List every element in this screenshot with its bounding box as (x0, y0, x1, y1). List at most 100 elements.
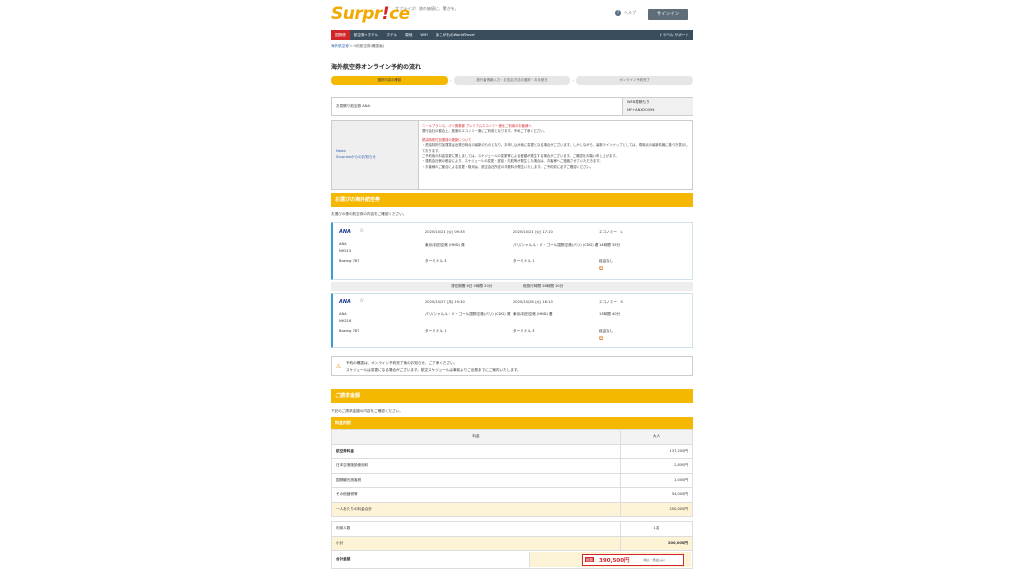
nav-item-local[interactable]: 現地 (401, 30, 416, 40)
fare-row-label: 航空券料金 (331, 443, 621, 459)
inbound-airline: ANA (339, 312, 347, 316)
plan-label: WEB見積もり (627, 100, 650, 104)
flights-note: お選びの便の航空券の内容をご確認ください。 (331, 212, 407, 216)
progress-steps: 選択内容の確認 › 旅行者情報入力・お支払方法の選択・お手続き › オンライン予… (331, 76, 693, 85)
fare-row-value: 137,200円 (620, 443, 693, 459)
step-traveler-info: 旅行者情報入力・お支払方法の選択・お手続き (453, 76, 571, 85)
ana-logo: ANA (339, 299, 351, 305)
outbound-dep-terminal: ターミナル 3 (425, 259, 447, 263)
outbound-dep-airport: 東京/羽田空港 (HND) 発 (425, 243, 465, 247)
inbound-cabin: エコノミー S (599, 300, 623, 304)
tagline: サプライズ！旅の価値に、驚きを。 (395, 6, 459, 11)
outbound-arr-airport: パリ/シャルル・ド・ゴール国際空港(パリ) (CDG) 着 (513, 243, 599, 247)
fare-note: 下記のご請求金額の内容をご確認ください。 (331, 409, 403, 413)
warning-line-2: スケジュールは変更になる場合がございます。航空スケジュールは事前よりご出発までに… (346, 368, 521, 372)
outbound-flight-no: NH215 (339, 249, 352, 253)
stay-label: 滞在期間 6日 0時間 20分 (451, 284, 493, 288)
warning-line-1: 予約の確認は、オンライン予約完了後のお知らせ、ご了承ください。 (346, 361, 458, 365)
stay-bar: 滞在期間 6日 0時間 20分 総旅行時間 28時間 10分 (331, 282, 693, 291)
outbound-cabin: エコノミー L (599, 230, 623, 234)
outbound-duration: 14時間 35分 (599, 243, 621, 247)
outbound-arr-terminal: ターミナル 1 (513, 259, 535, 263)
inbound-flight-no: NH216 (339, 319, 352, 323)
fare-col-item: 料金 (331, 429, 621, 445)
inbound-flight-card: ANA ☆ 2025/10/27 (月) 19:30 2025/10/28 (火… (331, 293, 693, 348)
news-sublabel: Surpriseからのお知らせ (336, 155, 376, 159)
page-title: 海外航空券オンライン予約の流れ (331, 64, 422, 71)
fare-row-value: 200,000円 (620, 501, 693, 517)
table-row: 小計 200,000円 (331, 535, 693, 551)
baggage-icon: ⛾ (599, 266, 604, 272)
page: Surpr!ce サプライズ！旅の価値に、驚きを。 ? ヘルプ サインイン 国際… (331, 0, 693, 576)
fare-row-value: 54,000円 (620, 487, 693, 503)
inbound-aircraft: Boeing 787 (339, 329, 360, 333)
nav-item-worldtravel[interactable]: あこがれのWorldTravel (432, 30, 479, 40)
total-row: 合計金額 総額 390,500円 (税込・燃油込み) (331, 550, 693, 569)
news-line-2: ・燃油特別付加運賃は出発日時点の最新のものとなり、お申し込み後に変更となる場合が… (422, 143, 689, 153)
outbound-dep-datetime: 2025/10/21 (火) 09:35 (425, 230, 465, 234)
plan-cell: WEB見積もり MF+ANXO0394 (622, 98, 693, 115)
nav-item-air-hotel[interactable]: 航空券+ホテル (350, 30, 383, 40)
signin-button[interactable]: サインイン (648, 9, 688, 20)
subtotal-value: 200,000円 (620, 535, 693, 551)
step-separator-icon: › (449, 78, 452, 83)
news-label-cell: News Surpriseからのお知らせ (332, 121, 419, 189)
step-complete: オンライン予約完了 (576, 76, 693, 85)
subtotal-label: 小計 (331, 535, 621, 551)
news-line-1: 運行会社の都合上、座席のエコノミー席にご利用となります。予めご了承ください。 (422, 129, 547, 134)
fare-row-value: 2,850円 (620, 458, 693, 474)
ana-logo: ANA (339, 229, 351, 235)
breadcrumb: 海外航空券＞ペ約航空券(確認画) (331, 44, 384, 49)
total-badge: 総額 (585, 557, 594, 562)
total-price-box: 総額 390,500円 (税込・燃油込み) (582, 554, 684, 566)
header: Surpr!ce サプライズ！旅の価値に、驚きを。 ? ヘルプ サインイン (331, 0, 693, 30)
total-travel-label: 総旅行時間 28時間 10分 (523, 284, 564, 288)
inbound-arr-datetime: 2025/10/28 (火) 16:10 (513, 300, 553, 304)
total-cell: 総額 390,500円 (税込・燃油込み) (529, 552, 691, 567)
fare-row-label: 国際観光旅客税 (331, 472, 621, 488)
table-row: その他諸税等 54,000円 (331, 487, 693, 503)
table-row: 日本空港施設使用料 2,850円 (331, 458, 693, 474)
fare-row-label: 日本空港施設使用料 (331, 458, 621, 474)
warning-icon: ⚠ (336, 363, 342, 370)
inbound-dep-datetime: 2025/10/27 (月) 19:30 (425, 300, 465, 304)
nav-item-support[interactable]: トラベル サポート (655, 30, 693, 40)
baggage-icon: ⛾ (599, 336, 604, 342)
flights-section-header: お選びの海外航空券 (331, 193, 693, 207)
inbound-transit: 経由なし (599, 329, 614, 333)
star-icon[interactable]: ☆ (359, 297, 364, 304)
fare-row-label: 一人あたりの料金合計 (331, 501, 621, 517)
total-label: 合計金額 (336, 557, 351, 561)
nav-item-hotel[interactable]: ホテル (382, 30, 401, 40)
plan-code: MF+ANXO0394 (627, 108, 655, 112)
fare-summary-table: 利用人数 1名 小計 200,000円 (331, 521, 693, 551)
pax-label: 利用人数 (331, 521, 621, 537)
outbound-aircraft: Boeing 787 (339, 259, 360, 263)
nav-item-international[interactable]: 国際便 (331, 30, 350, 40)
inbound-duration: 13時間 40分 (599, 312, 621, 316)
outbound-arr-datetime: 2025/10/21 (火) 17:10 (513, 230, 553, 234)
nav-item-wifi[interactable]: WiFi (416, 30, 431, 40)
fare-section-header: ご請求金額 (331, 389, 693, 403)
total-suffix: (税込・燃油込み) (643, 558, 665, 562)
breadcrumb-home[interactable]: 海外航空券 (331, 44, 349, 48)
table-row: 航空券料金 137,200円 (331, 443, 693, 459)
total-value: 390,500円 (599, 558, 630, 564)
outbound-flight-card: ANA ☆ 2025/10/21 (火) 09:35 2025/10/21 (火… (331, 222, 693, 280)
pax-value: 1名 (620, 521, 693, 537)
carrier-label: お見積り航空券 ANA (336, 104, 370, 108)
outbound-airline: ANA (339, 242, 347, 246)
news-line-5: ・お客様のご都合による変更・取消は、航空会社所定の手数料が発生いたします。ご予約… (422, 164, 594, 169)
fare-table: 料金 大人 航空券料金 137,200円 日本空港施設使用料 2,850円 国際… (331, 429, 693, 517)
fare-subheader: 料金内訳 (331, 417, 693, 429)
help-link[interactable]: ? ヘルプ (615, 10, 636, 16)
step-confirm: 選択内容の確認 (331, 76, 448, 85)
news-label: News (336, 149, 346, 153)
fare-header-row: 料金 大人 (331, 429, 693, 445)
help-label: ヘルプ (624, 10, 636, 15)
news-box: News Surpriseからのお知らせ ニールブランス、パリ発着便 プレミアム… (331, 120, 693, 190)
carrier-row: お見積り航空券 ANA WEB見積もり MF+ANXO0394 (331, 97, 693, 116)
news-body: ニールブランス、パリ発着便 プレミアムエコノミー席をご利用のお客様へ 運行会社の… (422, 124, 690, 170)
star-icon[interactable]: ☆ (359, 227, 364, 234)
help-icon: ? (615, 10, 621, 16)
